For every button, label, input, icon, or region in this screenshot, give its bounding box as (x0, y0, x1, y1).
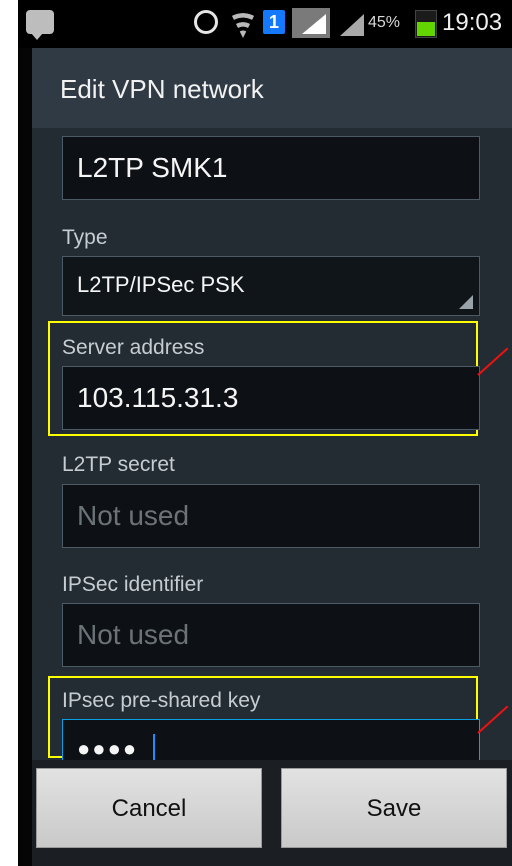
save-button[interactable]: Save (281, 768, 507, 848)
dialog-button-bar: Cancel Save (32, 760, 512, 866)
secondary-signal-icon (340, 14, 364, 36)
annotation-line (477, 705, 509, 734)
battery-percent: 45% (368, 14, 401, 31)
ipsec-psk-masked-value: ●●●● (77, 736, 139, 760)
signal-icon (292, 8, 330, 38)
dialog-form: L2TP SMK1 Type L2TP/IPSec PSK Server add… (32, 128, 512, 760)
ipsec-psk-label: IPsec pre-shared key (62, 689, 261, 712)
wifi-icon (228, 8, 258, 38)
type-label: Type (62, 226, 108, 249)
l2tp-secret-label: L2TP secret (62, 453, 175, 476)
dialog-title: Edit VPN network (60, 74, 264, 104)
vpn-name-field[interactable]: L2TP SMK1 (62, 136, 480, 200)
dropdown-arrow-icon (459, 295, 473, 309)
battery-icon (415, 10, 437, 38)
clock: 19:03 (442, 9, 503, 36)
text-cursor (153, 734, 155, 760)
ipsec-identifier-placeholder: Not used (77, 619, 190, 650)
ipsec-identifier-field[interactable]: Not used (62, 603, 480, 667)
vpn-name-value: L2TP SMK1 (77, 152, 228, 183)
phone-screen: 1 45% 19:03 Edit VPN network L2TP SMK1 T… (18, 0, 512, 866)
server-address-field[interactable]: 103.115.31.3 (62, 366, 480, 430)
dialog-title-bar: Edit VPN network (32, 48, 512, 128)
vpn-type-dropdown[interactable]: L2TP/IPSec PSK (62, 256, 480, 316)
vpn-type-value: L2TP/IPSec PSK (77, 272, 245, 297)
server-address-value: 103.115.31.3 (77, 382, 239, 413)
chat-notification-icon (26, 10, 54, 40)
l2tp-secret-placeholder: Not used (77, 500, 190, 531)
cancel-button[interactable]: Cancel (36, 768, 262, 848)
status-bar: 1 45% 19:03 (18, 0, 512, 48)
server-address-label: Server address (62, 336, 205, 359)
alarm-icon (194, 10, 218, 34)
ipsec-identifier-label: IPSec identifier (62, 573, 204, 596)
l2tp-secret-field[interactable]: Not used (62, 484, 480, 548)
annotation-line (477, 347, 509, 376)
network-badge-icon: 1 (263, 10, 285, 34)
ipsec-psk-field[interactable]: ●●●● (62, 719, 480, 760)
